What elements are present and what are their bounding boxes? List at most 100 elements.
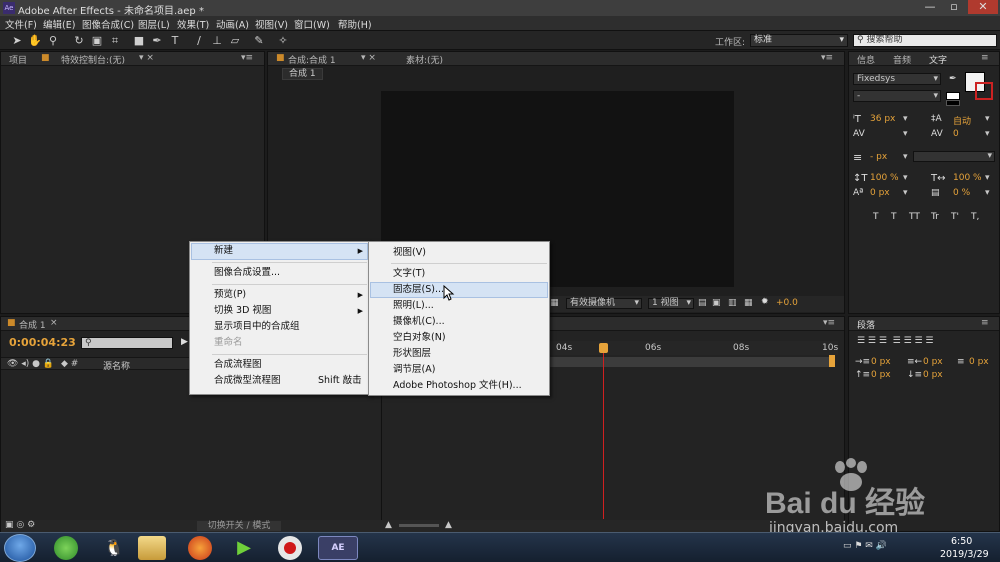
playhead-handle[interactable] [599,343,608,353]
tab-composition[interactable]: 合成:合成 1 [288,53,336,66]
comp-mini-flowchart-icon[interactable]: ▶ [181,337,188,347]
toggle-switches-modes[interactable]: 切换开关 / 模式 [197,521,281,531]
eraser-tool-icon[interactable]: ▱ [228,34,242,47]
views-select[interactable]: 1 视图 ▾ [648,298,694,309]
submenu-item-adjustment[interactable]: 调节层(A) [393,362,435,378]
timecode-display[interactable]: 0:00:04:23 [9,336,76,349]
baseline-shift-value[interactable]: 0 px [870,188,890,198]
superscript-button[interactable]: T' [951,212,959,222]
camera-select[interactable]: 有效摄像机 ▾ [566,298,642,309]
taskbar-360-icon[interactable] [54,536,78,560]
stroke-type-select[interactable]: ▾ [913,151,995,162]
small-caps-button[interactable]: Tr [931,212,939,222]
tracking-value[interactable]: 0 [953,129,959,139]
submenu-item-camera[interactable]: 摄像机(C)... [393,314,445,330]
indent-left-value[interactable]: 0 px [871,357,891,367]
leading-value[interactable]: 自动 [953,114,971,127]
tab-effects-controls[interactable]: 特效控制台:(无) [61,53,125,66]
submenu-item-shape[interactable]: 形状图层 [393,346,431,362]
help-search-field[interactable]: ⚲ 搜索帮助 [853,34,997,47]
tab-footage[interactable]: 素材:(无) [406,53,443,66]
stroke-color-swatch[interactable] [975,82,993,100]
timeline-icon[interactable]: ▥ [728,298,737,308]
eyedropper-icon[interactable]: ✒ [949,74,957,84]
taskbar-qq-icon[interactable]: 🐧 [100,536,128,560]
zoom-in-icon[interactable]: ▲ [445,520,452,530]
tab-audio[interactable]: 音频 [893,53,911,66]
timeline-search-field[interactable]: ⚲ [81,337,173,349]
maximize-button[interactable]: ▫ [944,0,964,14]
tray-icons[interactable]: ▭ ⚑ ✉ 🔊 [843,541,887,551]
panel-menu-icon[interactable]: ▾≡ [821,53,833,63]
tab-project[interactable]: 项目 [9,53,27,66]
exposure-icon[interactable]: ✹ [761,297,769,307]
menu-composition[interactable]: 图像合成(C) [82,17,134,31]
menu-item-switch-3d-view[interactable]: 切换 3D 视图 ▶ [214,303,369,319]
tab-text[interactable]: 文字 [929,53,947,66]
puppet-pin-tool-icon[interactable]: ✧ [276,34,290,47]
menu-item-comp-settings[interactable]: 图像合成设置... [214,265,369,281]
zoom-out-icon[interactable]: ▲ [385,520,392,530]
menu-layer[interactable]: 图层(L) [138,17,170,31]
submenu-item-photoshop[interactable]: Adobe Photoshop 文件(H)... [393,378,522,394]
tsume-value[interactable]: 0 % [953,188,970,198]
menu-effect[interactable]: 效果(T) [177,17,209,31]
zoom-slider[interactable] [399,524,439,527]
menu-item-comp-flowchart[interactable]: 合成流程图 [214,357,369,373]
taskbar-firefox-icon[interactable] [188,536,212,560]
tab-close-icon[interactable]: ▾ × [361,53,376,63]
tab-paragraph[interactable]: 段落 [857,318,875,331]
menu-view[interactable]: 视图(V) [255,17,288,31]
minimize-button[interactable]: — [920,0,940,14]
comp-subtab[interactable]: 合成 1 [282,68,323,80]
menu-item-mini-flowchart[interactable]: 合成微型流程图 Shift 敲击 [214,373,369,389]
tab-info[interactable]: 信息 [857,53,875,66]
align-buttons-icon[interactable]: ☰ ☰ ☰ ☰ ☰ ☰ ☰ [857,336,934,346]
panel-menu-icon[interactable]: ▾≡ [823,318,835,328]
time-ruler[interactable]: 04s 06s 08s 10s [546,341,838,355]
pen-tool-icon[interactable]: ✒ [150,34,164,47]
panel-menu-icon[interactable]: ▾≡ [241,53,253,63]
menu-edit[interactable]: 编辑(E) [43,17,75,31]
stroke-width-value[interactable]: - px [870,152,887,162]
faux-italic-button[interactable]: T [891,212,897,222]
faux-bold-button[interactable]: T [873,212,879,222]
footer-toggle-icons[interactable]: ▣ ◎ ⚙ [5,520,35,530]
panel-menu-icon[interactable]: ≡ [981,318,989,328]
black-swatch[interactable] [946,100,960,106]
hand-tool-icon[interactable]: ✋ [28,34,42,47]
menu-animation[interactable]: 动画(A) [216,17,249,31]
exposure-value[interactable]: +0.0 [776,298,798,308]
taskbar-after-effects[interactable]: AE [318,536,358,560]
type-tool-icon[interactable]: T [168,34,182,47]
menu-help[interactable]: 帮助(H) [338,17,372,31]
flowchart-icon[interactable]: ▦ [744,298,753,308]
work-area-end-handle[interactable] [829,355,835,367]
toggle-pixel-icon[interactable]: ▤ [698,298,707,308]
submenu-item-text[interactable]: 文字(T) [393,266,425,282]
pan-behind-tool-icon[interactable]: ⌗ [108,34,122,47]
font-family-select[interactable]: Fixedsys ▾ [853,73,941,85]
space-after-value[interactable]: 0 px [923,370,943,380]
first-line-indent-value[interactable]: 0 px [969,357,989,367]
horizontal-scale-value[interactable]: 100 % [953,173,982,183]
menu-item-preview[interactable]: 预览(P) ▶ [214,287,369,303]
fast-preview-icon[interactable]: ▣ [712,298,721,308]
start-button[interactable] [4,534,36,562]
white-swatch[interactable] [946,92,960,100]
zoom-tool-icon[interactable]: ⚲ [46,34,60,47]
tab-close-icon[interactable]: × [50,318,58,328]
region-grid-icon[interactable]: ▦ [550,298,559,308]
all-caps-button[interactable]: TT [909,212,920,222]
rectangle-tool-icon[interactable]: ■ [132,34,146,47]
tab-close-icon[interactable]: ▾ × [139,53,154,63]
menu-item-new[interactable]: 新建 ▶ [214,243,369,259]
indent-right-value[interactable]: 0 px [923,357,943,367]
clone-stamp-tool-icon[interactable]: ⊥ [210,34,224,47]
panel-menu-icon[interactable]: ≡ [981,53,989,63]
submenu-item-viewer[interactable]: 视图(V) [393,245,426,261]
subscript-button[interactable]: T, [971,212,979,222]
font-size-value[interactable]: 36 px [870,114,895,124]
selection-tool-icon[interactable]: ➤ [10,34,24,47]
font-style-select[interactable]: - ▾ [853,90,941,102]
